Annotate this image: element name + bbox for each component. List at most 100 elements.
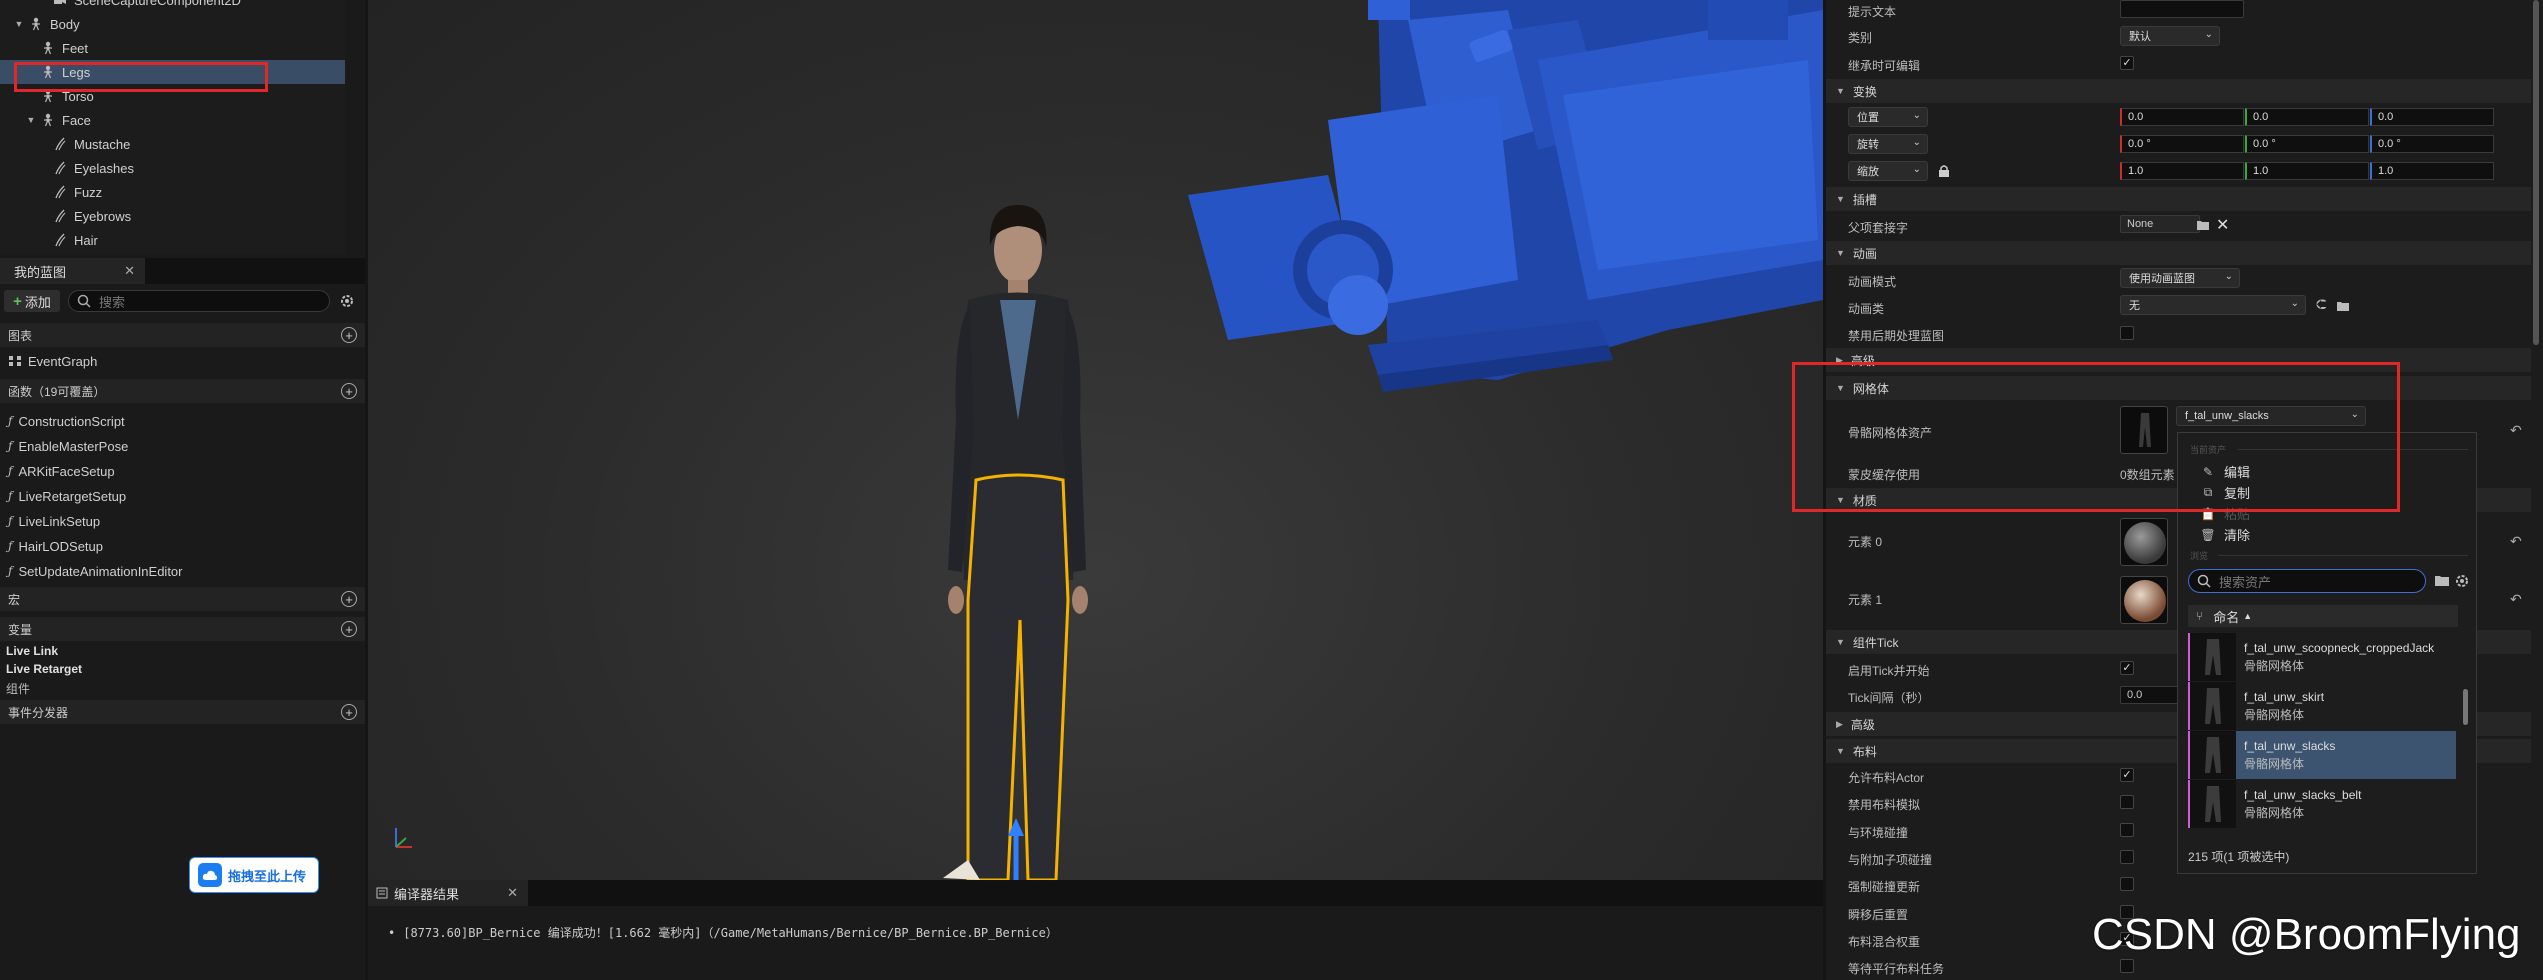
disable-post-process-checkbox[interactable] bbox=[2120, 326, 2134, 340]
asset-row[interactable]: f_tal_unw_skirt 骨骼网格体 bbox=[2188, 682, 2456, 730]
section-advanced[interactable]: ▶ 高级 bbox=[1826, 348, 2531, 372]
parent-socket-value[interactable]: None bbox=[2120, 215, 2200, 233]
function-item[interactable]: ƒ SetUpdateAnimationInEditor bbox=[8, 560, 183, 582]
category-combo[interactable]: 默认 ⌄ bbox=[2120, 26, 2220, 46]
cloth-option-checkbox[interactable] bbox=[2120, 822, 2134, 837]
expand-arrow-icon[interactable]: ▼ bbox=[26, 115, 36, 125]
cine-camera-mesh[interactable] bbox=[1188, 0, 1823, 392]
add-graph-icon[interactable]: + bbox=[341, 327, 357, 343]
scale-y-input[interactable]: 1.0 bbox=[2245, 162, 2369, 180]
scale-mode-combo[interactable]: 缩放 ⌄ bbox=[1848, 161, 1928, 181]
upload-button[interactable]: 拖拽至此上传 bbox=[189, 857, 319, 893]
tree-item-body[interactable]: ▼ Body bbox=[0, 12, 345, 36]
material-0-thumbnail[interactable] bbox=[2120, 518, 2168, 566]
lock-icon[interactable] bbox=[1937, 164, 1951, 178]
cloth-option-checkbox[interactable] bbox=[2120, 959, 2134, 974]
add-variable-icon[interactable]: + bbox=[341, 621, 357, 637]
asset-list-scrollbar[interactable] bbox=[2463, 689, 2468, 725]
filter-icon[interactable]: ⑂ bbox=[2196, 609, 2203, 623]
section-event-dispatchers[interactable]: 事件分发器 + bbox=[0, 700, 365, 724]
tick-interval-input[interactable]: 0.0 bbox=[2120, 686, 2180, 704]
variable-live-retarget[interactable]: Live Retarget bbox=[6, 662, 82, 678]
rotation-y-input[interactable]: 0.0 ° bbox=[2245, 135, 2369, 153]
clear-icon[interactable]: ✕ bbox=[2216, 215, 2229, 235]
section-functions[interactable]: 函数（19可覆盖） + bbox=[0, 379, 365, 403]
folder-icon[interactable] bbox=[2434, 574, 2450, 588]
close-icon[interactable]: ✕ bbox=[507, 885, 518, 901]
function-item[interactable]: ƒ LiveRetargetSetup bbox=[8, 485, 126, 507]
menu-item-copy[interactable]: ⧉ 复制 bbox=[2200, 483, 2250, 502]
section-mesh[interactable]: ▼ 网格体 bbox=[1826, 376, 2531, 400]
tooltip-text-input[interactable] bbox=[2120, 0, 2244, 18]
asset-row[interactable]: f_tal_unw_slacks_belt 骨骼网格体 bbox=[2188, 780, 2456, 828]
expand-arrow-icon[interactable]: ▼ bbox=[14, 19, 24, 29]
function-item[interactable]: ƒ HairLODSetup bbox=[8, 535, 103, 557]
animation-mode-combo[interactable]: 使用动画蓝图 ⌄ bbox=[2120, 268, 2240, 288]
reset-to-default-icon[interactable]: ↶ bbox=[2510, 533, 2522, 550]
asset-row[interactable]: f_tal_unw_slacks 骨骼网格体 bbox=[2188, 731, 2456, 779]
scale-z-input[interactable]: 1.0 bbox=[2370, 162, 2494, 180]
asset-sort-header[interactable]: ⑂ 命名 ▲ bbox=[2188, 605, 2458, 627]
tick-start-checkbox[interactable]: ✓ bbox=[2120, 661, 2134, 675]
editable-checkbox[interactable]: ✓ bbox=[2120, 56, 2134, 70]
menu-item-clear[interactable]: 🗑 清除 bbox=[2200, 525, 2250, 544]
add-function-icon[interactable]: + bbox=[341, 383, 357, 399]
tree-item-torso[interactable]: Torso bbox=[0, 84, 345, 108]
menu-item-edit[interactable]: ✎ 编辑 bbox=[2200, 462, 2250, 481]
folder-icon[interactable] bbox=[2336, 299, 2350, 313]
section-sockets[interactable]: ▼ 插槽 bbox=[1826, 187, 2531, 211]
tab-compiler-results[interactable]: 编译器结果 ✕ bbox=[368, 880, 528, 906]
variable-live-link[interactable]: Live Link bbox=[6, 644, 58, 660]
function-item[interactable]: ƒ EnableMasterPose bbox=[8, 435, 128, 457]
add-button[interactable]: + 添加 bbox=[4, 290, 60, 312]
cloth-option-checkbox[interactable] bbox=[2120, 795, 2134, 810]
section-variables[interactable]: 变量 + bbox=[0, 617, 365, 641]
tree-item-fuzz[interactable]: Fuzz bbox=[0, 180, 345, 204]
browse-arrow-icon[interactable]: ⮈ bbox=[2316, 296, 2327, 313]
rotation-mode-combo[interactable]: 旋转 ⌄ bbox=[1848, 134, 1928, 154]
blueprint-search-input[interactable]: 搜索 bbox=[68, 290, 330, 312]
3d-viewport[interactable] bbox=[368, 0, 1823, 880]
cloth-option-checkbox[interactable]: ✓ bbox=[2120, 768, 2134, 782]
tree-item-hair[interactable]: Hair bbox=[0, 228, 345, 252]
tree-item-mustache[interactable]: Mustache bbox=[0, 132, 345, 156]
tree-item-eyebrows[interactable]: Eyebrows bbox=[0, 204, 345, 228]
function-item[interactable]: ƒ ConstructionScript bbox=[8, 410, 125, 432]
location-x-input[interactable]: 0.0 bbox=[2120, 108, 2244, 126]
location-z-input[interactable]: 0.0 bbox=[2370, 108, 2494, 126]
details-scrollbar[interactable] bbox=[2533, 0, 2539, 345]
location-mode-combo[interactable]: 位置 ⌄ bbox=[1848, 107, 1928, 127]
rotation-x-input[interactable]: 0.0 ° bbox=[2120, 135, 2244, 153]
gear-icon[interactable] bbox=[338, 292, 356, 310]
tree-item-legs[interactable]: Legs bbox=[0, 60, 345, 84]
gear-icon[interactable] bbox=[2454, 573, 2470, 589]
metahuman-character[interactable] bbox=[943, 205, 1088, 880]
add-dispatcher-icon[interactable]: + bbox=[341, 704, 357, 720]
add-macro-icon[interactable]: + bbox=[341, 591, 357, 607]
section-macros[interactable]: 宏 + bbox=[0, 587, 365, 611]
tab-my-blueprint[interactable]: 我的蓝图 ✕ bbox=[0, 258, 145, 284]
tree-item-feet[interactable]: Feet bbox=[0, 36, 345, 60]
tree-item-eyelashes[interactable]: Eyelashes bbox=[0, 156, 345, 180]
rotation-z-input[interactable]: 0.0 ° bbox=[2370, 135, 2494, 153]
function-item[interactable]: ƒ ARKitFaceSetup bbox=[8, 460, 115, 482]
section-graphs[interactable]: 图表 + bbox=[0, 323, 365, 347]
folder-search-icon[interactable] bbox=[2196, 218, 2210, 232]
function-item[interactable]: ƒ LiveLinkSetup bbox=[8, 510, 100, 532]
skeletal-mesh-combo[interactable]: f_tal_unw_slacks ⌄ bbox=[2176, 406, 2366, 426]
section-transform[interactable]: ▼ 变换 bbox=[1826, 79, 2531, 103]
graph-item-eventgraph[interactable]: EventGraph bbox=[8, 350, 97, 372]
section-animation[interactable]: ▼ 动画 bbox=[1826, 241, 2531, 265]
tree-item-face[interactable]: ▼ Face bbox=[0, 108, 345, 132]
scale-x-input[interactable]: 1.0 bbox=[2120, 162, 2244, 180]
reset-to-default-icon[interactable]: ↶ bbox=[2510, 422, 2522, 439]
animation-class-combo[interactable]: 无 ⌄ bbox=[2120, 295, 2306, 315]
asset-row[interactable]: f_tal_unw_scoopneck_croppedJack 骨骼网格体 bbox=[2188, 633, 2456, 681]
cloth-option-checkbox[interactable] bbox=[2120, 849, 2134, 864]
reset-to-default-icon[interactable]: ↶ bbox=[2510, 591, 2522, 608]
tree-item-scenecapturecomponent2d[interactable]: SceneCaptureComponent2D bbox=[0, 0, 345, 12]
close-icon[interactable]: ✕ bbox=[124, 263, 135, 279]
skeletal-mesh-thumbnail[interactable] bbox=[2120, 406, 2168, 454]
asset-search-input[interactable]: 搜索资产 bbox=[2188, 569, 2426, 593]
location-y-input[interactable]: 0.0 bbox=[2245, 108, 2369, 126]
